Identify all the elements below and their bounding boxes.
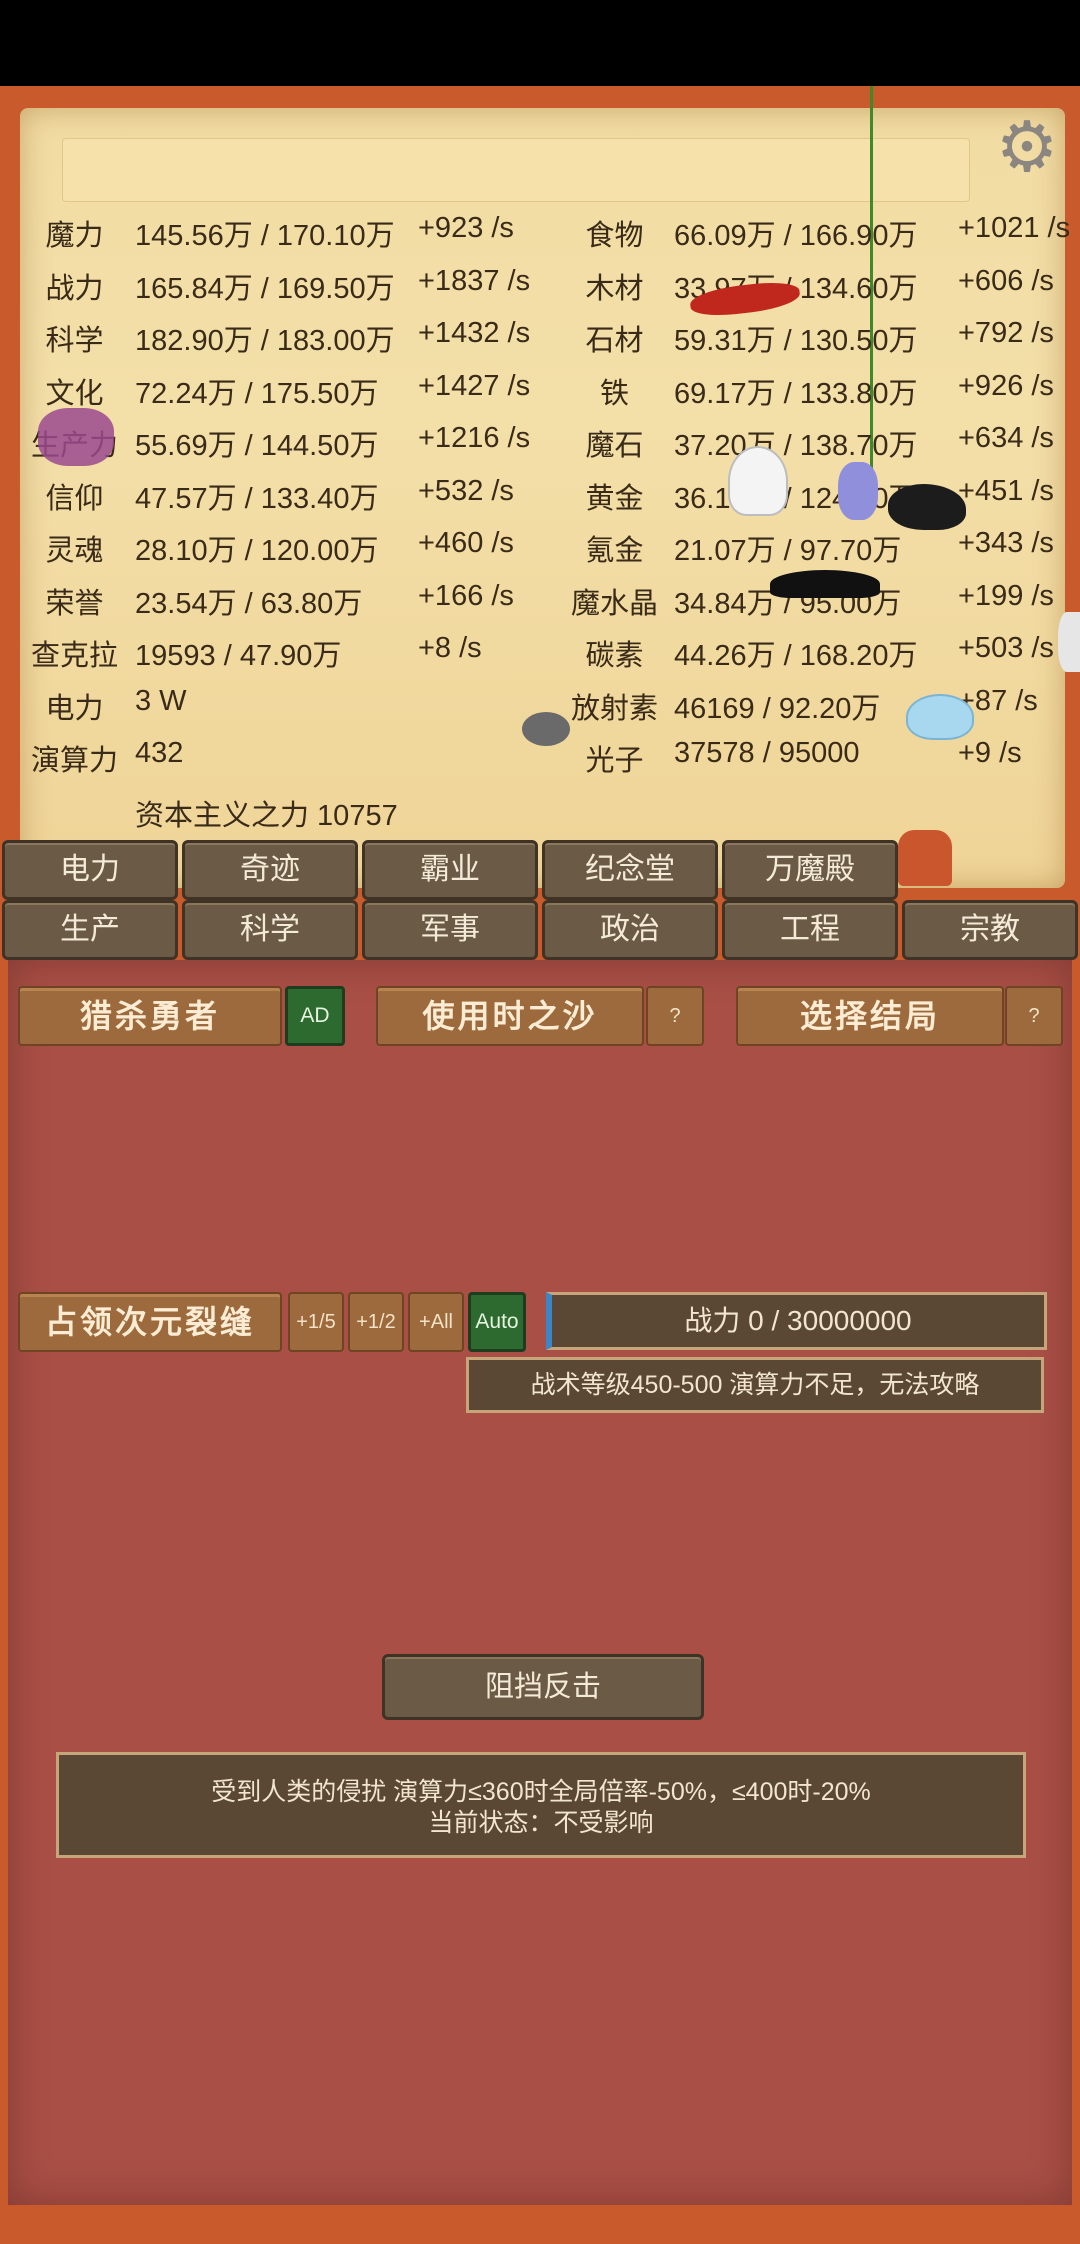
stat-rate: +1021 /s [958,212,1071,244]
main-panel [8,960,1072,2205]
capitalism-power: 资本主义之力 10757 [135,800,398,832]
stat-label: 魔石 [585,430,644,462]
plus-fifth-button[interactable]: +1/5 [288,1292,344,1352]
rat-sprite [522,712,570,746]
tab-politics[interactable]: 政治 [542,900,718,960]
help-button-ending[interactable]: ? [1005,986,1063,1046]
help-button-sands[interactable]: ? [646,986,704,1046]
stat-label: 食物 [585,220,644,252]
invasion-status-line2: 当前状态：不受影响 [428,1809,654,1837]
stat-value: 46169 / 92.20万 [674,692,881,725]
stat-rate: +343 /s [958,527,1054,559]
plus-all-button[interactable]: +All [408,1292,464,1352]
stat-value: 44.26万 / 168.20万 [674,640,918,672]
stat-label: 铁 [599,377,629,410]
stat-row-right: 氪金 21.07万 / 97.70万 +343 /s [0,527,1080,571]
stat-rate: +606 /s [958,264,1054,297]
slime-sprite [906,694,974,740]
message-bar [62,138,970,202]
stat-label: 碳素 [585,640,644,672]
blue-imp-sprite [838,462,878,520]
tab-pandemonium[interactable]: 万魔殿 [722,840,898,900]
stat-value: 37578 / 95000 [674,737,860,769]
stat-row-right: 魔石 37.20万 / 138.70万 +634 /s [0,422,1080,466]
invasion-status-box: 受到人类的侵扰 演算力≤360时全局倍率-50%，≤400时-20% 当前状态：… [56,1752,1026,1858]
bat-sprite [770,570,880,598]
purple-monster-sprite [38,408,114,466]
stat-label: 光子 [585,745,644,777]
tab-religion[interactable]: 宗教 [902,900,1078,960]
stat-rate: +199 /s [958,579,1054,612]
stat-rate: +451 /s [958,474,1054,507]
gear-icon[interactable]: ⚙ [992,112,1062,182]
stat-rate: +926 /s [958,369,1054,402]
tab-electricity[interactable]: 电力 [2,840,178,900]
stat-row-right: 石材 59.31万 / 130.50万 +792 /s [0,317,1080,361]
stat-label: 木材 [585,272,644,305]
ad-button[interactable]: AD [285,986,345,1046]
plus-half-button[interactable]: +1/2 [348,1292,404,1352]
stat-value: 66.09万 / 166.90万 [674,220,918,252]
tab-engineering[interactable]: 工程 [722,900,898,960]
block-counterattack-button[interactable]: 阻挡反击 [382,1654,704,1720]
tab-wonder[interactable]: 奇迹 [182,840,358,900]
stat-rate: +9 /s [958,737,1022,769]
stat-value: 36.16万 / 124.40万 [674,482,918,515]
stat-label: 氪金 [585,535,644,567]
stat-label: 放射素 [570,692,658,725]
stat-row-right: 铁 69.17万 / 133.80万 +926 /s [0,370,1080,414]
stat-label: 石材 [585,325,644,357]
stat-rate: +792 /s [958,317,1054,349]
stat-label: 黄金 [585,482,644,515]
ghost-sprite [728,446,788,516]
stat-row-right: 木材33.97万 / 134.60万+606 /s [0,265,1080,309]
stat-label: 魔水晶 [570,587,658,620]
tactic-status: 战术等级450-500 演算力不足，无法攻略 [466,1357,1044,1413]
power-progress: 战力 0 / 30000000 [546,1292,1047,1350]
stat-row-right: 魔水晶 34.84万 / 95.00万 +199 /s [0,580,1080,624]
occupy-rift-button[interactable]: 占领次元裂缝 [18,1292,282,1352]
stat-value: 21.07万 / 97.70万 [674,535,902,567]
witch-sprite [898,830,952,886]
stat-row-right: 食物 66.09万 / 166.90万 +1021 /s [0,212,1080,256]
stat-row-right: 碳素 44.26万 / 168.20万 +503 /s [0,632,1080,676]
skeleton-sprite [1058,612,1080,672]
invasion-status-line1: 受到人类的侵扰 演算力≤360时全局倍率-50%，≤400时-20% [211,1778,871,1806]
choose-ending-button[interactable]: 选择结局 [736,986,1004,1046]
auto-toggle[interactable]: Auto [468,1292,526,1352]
tab-memorial[interactable]: 纪念堂 [542,840,718,900]
hunt-hero-button[interactable]: 猎杀勇者 [18,986,282,1046]
stat-rate: +634 /s [958,422,1054,454]
stat-value: 69.17万 / 133.80万 [674,377,918,410]
black-bird-sprite [888,484,966,530]
tab-military[interactable]: 军事 [362,900,538,960]
stat-value: 37.20万 / 138.70万 [674,430,918,462]
use-sands-button[interactable]: 使用时之沙 [376,986,644,1046]
stat-rate: +503 /s [958,632,1054,664]
tab-science[interactable]: 科学 [182,900,358,960]
tab-production[interactable]: 生产 [2,900,178,960]
tab-hegemony[interactable]: 霸业 [362,840,538,900]
stat-value: 59.31万 / 130.50万 [674,325,918,357]
